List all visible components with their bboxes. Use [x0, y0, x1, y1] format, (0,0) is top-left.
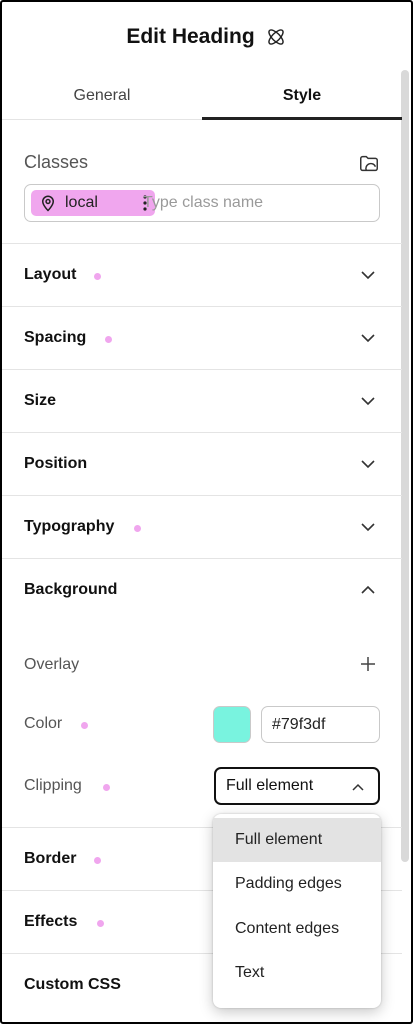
folder-icon[interactable]: [358, 152, 380, 174]
clipping-option-padding-edges[interactable]: Padding edges: [213, 862, 381, 906]
plus-icon[interactable]: [360, 656, 376, 672]
background-settings: Overlay Color #79f3df Clipping Full elem…: [2, 622, 402, 828]
clipping-option-text[interactable]: Text: [213, 951, 381, 995]
clipping-dropdown-menu: Full element Padding edges Content edges…: [213, 814, 381, 1008]
clipping-label: Clipping: [24, 777, 82, 794]
section-layout[interactable]: Layout: [2, 244, 402, 307]
modified-indicator: [103, 784, 110, 791]
modified-indicator: [94, 857, 101, 864]
tab-general[interactable]: General: [2, 72, 202, 119]
class-input-box[interactable]: local Type class name: [24, 184, 380, 222]
clipping-option-content-edges[interactable]: Content edges: [213, 907, 381, 951]
class-chip-label: local: [65, 194, 98, 211]
page-title: Edit Heading: [126, 25, 255, 48]
atom-icon: [267, 29, 284, 45]
color-hex-input[interactable]: #79f3df: [261, 706, 380, 743]
section-position[interactable]: Position: [2, 433, 402, 496]
section-typography[interactable]: Typography: [2, 496, 402, 559]
section-label: Size: [24, 392, 57, 409]
class-name-placeholder[interactable]: Type class name: [143, 194, 263, 212]
tab-bar: General Style: [2, 72, 402, 120]
clipping-selected-value: Full element: [226, 777, 314, 794]
chevron-up-icon: [361, 585, 375, 594]
overlay-label: Overlay: [24, 656, 80, 673]
chevron-down-icon: [361, 460, 375, 469]
chevron-down-icon: [361, 271, 375, 280]
section-label: Effects: [24, 913, 78, 930]
section-label: Layout: [24, 266, 77, 283]
modified-indicator: [81, 722, 88, 729]
section-spacing[interactable]: Spacing: [2, 307, 402, 370]
tab-style[interactable]: Style: [202, 72, 402, 120]
chevron-down-icon: [361, 523, 375, 532]
classes-section: Classes local Type class name: [2, 120, 402, 244]
section-label: Border: [24, 850, 77, 867]
clipping-option-full-element[interactable]: Full element: [213, 818, 381, 862]
class-chip-local[interactable]: local: [31, 190, 155, 216]
section-label: Custom CSS: [24, 976, 121, 993]
chevron-up-icon: [352, 783, 364, 791]
chevron-down-icon: [361, 334, 375, 343]
color-hex-value: #79f3df: [272, 716, 326, 733]
section-label: Position: [24, 455, 88, 472]
section-label: Spacing: [24, 329, 87, 346]
section-background[interactable]: Background: [2, 559, 402, 622]
classes-label: Classes: [24, 152, 89, 172]
modified-indicator: [94, 273, 101, 280]
clipping-select[interactable]: Full element: [214, 767, 380, 805]
chevron-down-icon: [361, 397, 375, 406]
modified-indicator: [134, 525, 141, 532]
panel-header: Edit Heading: [2, 2, 411, 72]
modified-indicator: [97, 920, 104, 927]
style-panel: Edit Heading General Style Classes local: [0, 0, 413, 1024]
modified-indicator: [105, 336, 112, 343]
color-swatch[interactable]: [213, 706, 251, 743]
location-pin-icon: [41, 195, 55, 212]
scrollbar[interactable]: [401, 70, 409, 862]
section-label: Background: [24, 581, 118, 598]
section-label: Typography: [24, 518, 115, 535]
section-size[interactable]: Size: [2, 370, 402, 433]
color-label: Color: [24, 715, 63, 732]
